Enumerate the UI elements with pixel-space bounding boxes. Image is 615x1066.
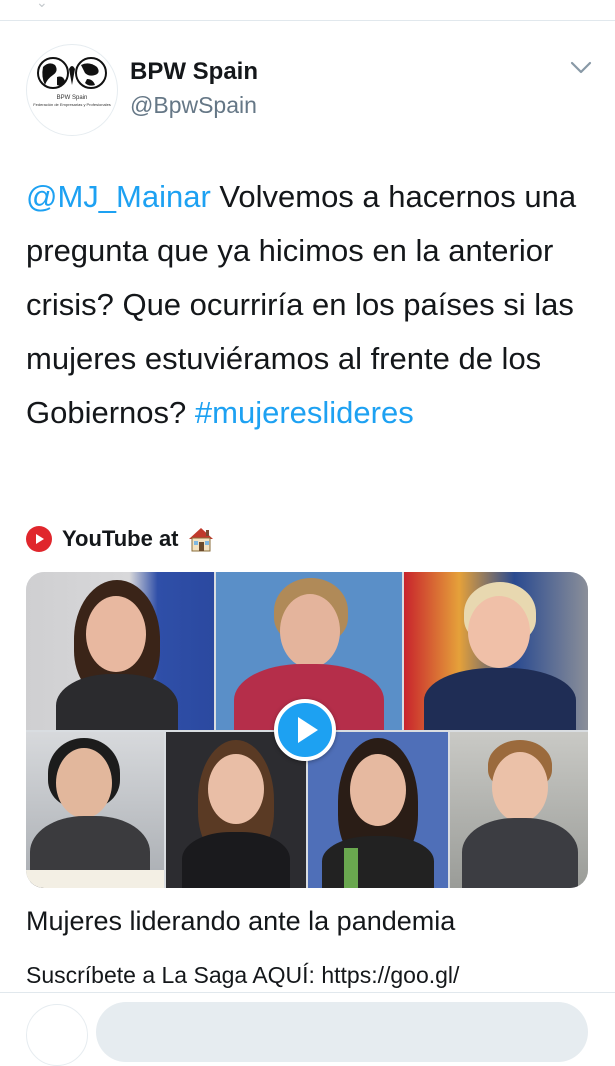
card-description: Suscríbete a La Saga AQUÍ: https://goo.g… <box>26 962 460 988</box>
reply-box[interactable] <box>96 1002 588 1062</box>
bottom-divider <box>0 992 615 993</box>
video-thumbnail[interactable] <box>26 572 588 888</box>
youtube-icon <box>26 526 52 552</box>
previous-tweet-connector-icon: ⌄ <box>36 0 48 10</box>
thumbnail-photo-5 <box>166 732 306 888</box>
play-button[interactable] <box>274 699 336 761</box>
house-icon <box>188 528 213 552</box>
mention-link[interactable]: @MJ_Mainar <box>26 179 211 214</box>
next-avatar[interactable] <box>26 1004 88 1066</box>
avatar-caption-title: BPW Spain <box>56 95 88 101</box>
thumbnail-photo-3 <box>404 572 588 730</box>
thumbnail-photo-1 <box>26 572 214 730</box>
chevron-down-icon[interactable] <box>569 60 593 76</box>
thumbnail-photo-7 <box>450 732 588 888</box>
avatar[interactable]: BPW Spain Federación de Empresarias y Pr… <box>26 44 118 136</box>
source-label: YouTube at <box>62 526 179 551</box>
avatar-caption-subtitle: Federación de Empresarias y Profesionale… <box>33 102 111 107</box>
top-divider <box>0 20 615 21</box>
author-display-name[interactable]: BPW Spain <box>130 58 258 86</box>
tweet-body: Volvemos a hacernos una pregunta que ya … <box>26 179 577 430</box>
avatar-caption: BPW Spain Federación de Empresarias y Pr… <box>27 95 117 107</box>
thumbnail-photo-4 <box>26 732 164 888</box>
card-title[interactable]: Mujeres liderando ante la pandemia <box>26 906 455 937</box>
source-attribution[interactable]: YouTube at <box>26 524 215 554</box>
thumbnail-photo-6 <box>308 732 448 888</box>
globe-logo-icon <box>37 57 107 89</box>
hashtag-link[interactable]: #mujereslideres <box>195 395 414 430</box>
play-icon <box>298 717 318 743</box>
tweet-text: @MJ_Mainar Volvemos a hacernos una pregu… <box>26 170 601 440</box>
author-handle[interactable]: @BpwSpain <box>130 92 257 119</box>
